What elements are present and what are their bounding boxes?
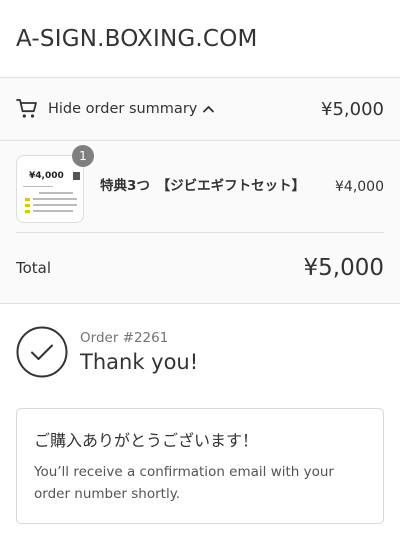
- thumbnail-bullet: [25, 209, 30, 213]
- confirmation-box: ご購入ありがとうございます！ You’ll receive a confirma…: [16, 408, 384, 524]
- line-item-price: ¥4,000: [335, 178, 384, 195]
- thumbnail-text-line: [39, 191, 73, 194]
- order-summary-toggle[interactable]: Hide order summary ¥5,000: [0, 78, 400, 141]
- cart-icon: [16, 97, 40, 121]
- thank-you-section: Order #2261 Thank you!: [16, 326, 384, 378]
- checkmark-circle-icon: [16, 326, 68, 378]
- thumbnail-bullet: [25, 197, 30, 201]
- thank-you-heading: Thank you!: [80, 350, 199, 374]
- order-summary-panel: ¥4,000 1 特典3つ 【ジビエギフトセット】 ¥4,000 Total ¥…: [0, 141, 400, 304]
- line-item-name: 特典3つ 【ジビエギフトセット】: [100, 178, 306, 194]
- main-content: Order #2261 Thank you! ご購入ありがとうございます！ Yo…: [0, 326, 400, 524]
- store-header: A-SIGN.BOXING.COM: [0, 0, 400, 78]
- chevron-up-icon: [203, 103, 215, 115]
- line-item: ¥4,000 1 特典3つ 【ジビエギフトセット】 ¥4,000: [16, 141, 384, 233]
- order-summary-toggle-label: Hide order summary: [48, 101, 198, 117]
- product-thumbnail: ¥4,000: [16, 154, 84, 223]
- thumbnail-text-line: [33, 197, 77, 200]
- product-thumbnail-wrapper: ¥4,000 1: [16, 144, 94, 223]
- thumbnail-text-line: [33, 209, 73, 212]
- confirmation-message: You’ll receive a confirmation email with…: [34, 464, 334, 502]
- store-name-link[interactable]: A-SIGN.BOXING.COM: [16, 26, 258, 52]
- total-label: Total: [16, 259, 52, 277]
- total-row: Total ¥5,000: [16, 233, 384, 303]
- order-number: Order #2261: [80, 330, 169, 346]
- thank-you-text: Order #2261 Thank you!: [80, 330, 198, 374]
- summary-toggle-total: ¥5,000: [321, 98, 384, 120]
- thumbnail-price-text: ¥4,000: [29, 170, 64, 181]
- thumbnail-text-line: [33, 203, 77, 206]
- confirmation-title: ご購入ありがとうございます！: [34, 431, 259, 450]
- thumbnail-bullet: [25, 203, 30, 207]
- thumbnail-rule: [23, 185, 53, 187]
- quantity-badge: 1: [72, 144, 94, 167]
- total-value: ¥5,000: [303, 255, 384, 281]
- thumbnail-dark-block: [73, 171, 80, 180]
